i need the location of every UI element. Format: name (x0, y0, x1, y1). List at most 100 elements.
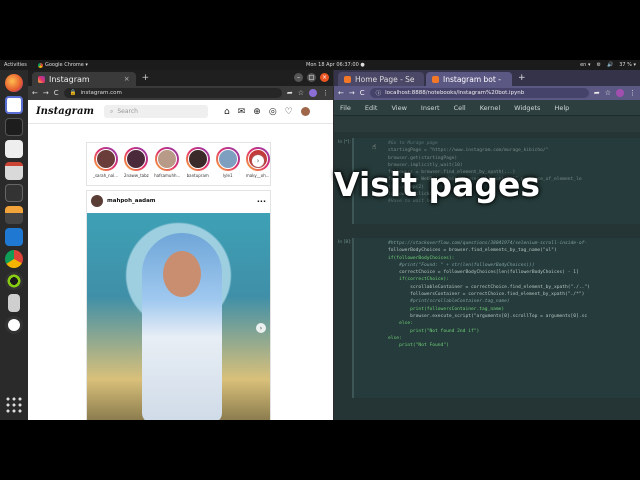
new-tab-button[interactable]: + (518, 73, 526, 83)
story-username: lyle1 (222, 173, 233, 178)
cell-code[interactable]: #https://stackoverflow.com/questions/380… (354, 238, 640, 351)
instagram-logo[interactable]: Instagram (36, 106, 96, 117)
app-menu[interactable]: Google Chrome ▾ (38, 62, 88, 68)
activity-heart-icon[interactable]: ♡ (285, 107, 293, 117)
new-post-icon[interactable]: ⊕ (253, 107, 261, 117)
story-avatar (126, 149, 147, 169)
address-bar-right: ← → C ⓘ localhost:8888/notebooks/Instagr… (334, 86, 640, 100)
clock[interactable]: Mon 18 Apr 06:37:00 ● (306, 62, 365, 68)
user-avatar[interactable] (300, 106, 310, 116)
story-item[interactable]: bantupram (185, 147, 210, 181)
profile-avatar[interactable] (309, 89, 317, 97)
back-button[interactable]: ← (338, 89, 344, 97)
kebab-menu-icon[interactable]: ⋮ (322, 89, 329, 97)
code-line: #https://stackoverflow.com/questions/380… (388, 241, 588, 246)
vscode-icon[interactable] (5, 228, 23, 246)
tab-title: Home Page - Se (355, 74, 415, 84)
share-icon[interactable]: ➦ (594, 89, 600, 97)
code-cell-2[interactable]: In [8]: #https://stackoverflow.com/quest… (338, 238, 640, 398)
menu-cell[interactable]: Cell (454, 104, 466, 112)
chrome-window-instagram: Instagram × + – □ × ← → C 🔒 instagram.co… (28, 70, 333, 420)
tab-instagram-bot[interactable]: Instagram bot - (426, 72, 512, 86)
share-icon[interactable]: ➦ (287, 89, 293, 97)
cell-prompt: In [*]: (338, 140, 351, 145)
story-item[interactable]: _sarah_nal... (93, 147, 118, 181)
stories-tray: _sarah_nal... 2naww_tabz hafsamuhh... bantu… (86, 142, 271, 186)
terminal-icon[interactable] (5, 184, 23, 202)
new-tab-button[interactable]: + (142, 73, 150, 83)
network-icon[interactable]: ⚙ (596, 62, 600, 68)
text-editor-icon[interactable] (5, 96, 23, 114)
forward-button[interactable]: → (43, 89, 49, 97)
usb-drive-icon[interactable] (8, 294, 20, 312)
url-field[interactable]: ⓘ localhost:8888/notebooks/Instagram%20b… (369, 88, 589, 98)
profile-avatar[interactable] (616, 89, 624, 97)
story-item[interactable]: hafsamuhh... (154, 147, 180, 181)
spyder-icon[interactable] (5, 272, 23, 290)
carousel-next-icon[interactable]: › (256, 323, 266, 333)
tab-close-icon[interactable]: × (124, 75, 130, 83)
bookmark-star-icon[interactable]: ☆ (298, 89, 304, 97)
stories-next-icon[interactable]: › (252, 155, 264, 167)
reload-button[interactable]: C (54, 89, 59, 97)
menu-widgets[interactable]: Widgets (514, 104, 540, 112)
instagram-favicon-icon (38, 75, 45, 83)
code-line: browser.get(startingPage) (388, 155, 458, 161)
home-icon[interactable]: ⌂ (224, 107, 230, 117)
system-tray[interactable]: en ▾ ⚙ 🔊 37 % ▾ (580, 62, 636, 68)
menu-file[interactable]: File (340, 104, 351, 112)
forward-button[interactable]: → (349, 89, 355, 97)
messenger-icon[interactable]: ✉ (238, 107, 246, 117)
screenshot-icon[interactable] (5, 316, 23, 334)
jupyter-favicon-icon (432, 75, 439, 83)
language-indicator[interactable]: en ▾ (580, 62, 590, 68)
url-field[interactable]: 🔒 instagram.com (63, 88, 282, 98)
url-text: localhost:8888/notebooks/Instagram%20bot… (385, 90, 525, 96)
code-line: #Go to Murage page (388, 141, 438, 146)
tab-title: Instagram bot - (443, 74, 501, 84)
story-ring (155, 147, 180, 171)
show-apps-icon[interactable] (5, 396, 23, 414)
post-more-icon[interactable]: ··· (257, 197, 266, 206)
activities-button[interactable]: Activities (4, 62, 27, 68)
menu-edit[interactable]: Edit (365, 104, 378, 112)
address-bar: ← → C 🔒 instagram.com ➦ ☆ ⋮ (28, 86, 333, 100)
search-input[interactable]: ⌕ Search (104, 105, 208, 118)
close-button[interactable]: × (320, 73, 329, 82)
story-username: maky__oh... (245, 173, 270, 178)
tab-instagram[interactable]: Instagram × (32, 72, 136, 86)
volume-icon[interactable]: 🔊 (607, 62, 613, 68)
post-author-avatar[interactable] (91, 195, 103, 207)
story-item[interactable]: 2naww_tabz (124, 147, 149, 181)
chrome-window-jupyter: Home Page - Se Instagram bot - + ← → C ⓘ… (334, 70, 640, 420)
code-line: else: (388, 335, 402, 341)
post-photo-face (163, 251, 201, 297)
terminal-small-icon[interactable] (5, 118, 23, 136)
post-username[interactable]: mahpoh_aadam (107, 198, 156, 204)
dock (0, 70, 28, 420)
menu-kernel[interactable]: Kernel (480, 104, 500, 112)
tex-icon[interactable] (5, 140, 23, 158)
tab-strip: Instagram × + – □ × (28, 70, 333, 86)
menu-help[interactable]: Help (554, 104, 569, 112)
app-menu-label: Google Chrome ▾ (45, 62, 88, 68)
chrome-dock-icon[interactable] (5, 250, 23, 268)
bookmark-star-icon[interactable]: ☆ (605, 89, 611, 97)
battery-indicator[interactable]: 37 % ▾ (619, 62, 636, 68)
story-username: _sarah_nal... (92, 173, 119, 178)
menu-view[interactable]: View (391, 104, 406, 112)
calculator-icon[interactable] (5, 206, 23, 224)
firefox-icon[interactable] (5, 74, 23, 92)
minimize-button[interactable]: – (294, 73, 303, 82)
kebab-menu-icon[interactable]: ⋮ (629, 89, 636, 97)
story-item[interactable]: lyle1 (215, 147, 240, 181)
code-line: else: (388, 321, 413, 327)
maximize-button[interactable]: □ (307, 73, 316, 82)
reload-button[interactable]: C (360, 89, 365, 97)
menu-insert[interactable]: Insert (421, 104, 440, 112)
explore-icon[interactable]: ◎ (269, 107, 277, 117)
post-image[interactable]: › (87, 213, 270, 420)
back-button[interactable]: ← (32, 89, 38, 97)
tab-home-page[interactable]: Home Page - Se (338, 72, 424, 86)
document-viewer-icon[interactable] (5, 162, 23, 180)
